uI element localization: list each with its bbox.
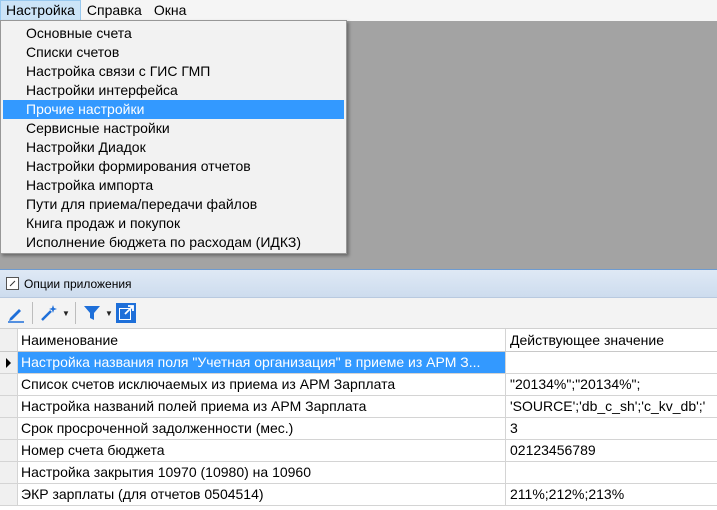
menu-item-import[interactable]: Настройка импорта — [3, 176, 344, 195]
cell-value[interactable]: "20134%";"20134%"; — [506, 374, 717, 395]
menu-item-budget-execution[interactable]: Исполнение бюджета по расходам (ИДКЗ) — [3, 233, 344, 252]
menu-item-diadoc[interactable]: Настройки Диадок — [3, 138, 344, 157]
cell-value[interactable]: 211%;212%;213% — [506, 484, 717, 505]
cell-name[interactable]: Настройка названия поля "Учетная организ… — [18, 352, 506, 373]
cell-name[interactable]: Настройка закрытия 10970 (10980) на 1096… — [18, 462, 506, 483]
column-header-name[interactable]: Наименование — [18, 329, 506, 351]
row-indicator — [0, 440, 18, 461]
filter-icon — [84, 306, 100, 320]
filter-button[interactable] — [80, 301, 104, 325]
menu-nastroyka[interactable]: Настройка — [0, 0, 81, 21]
cell-value[interactable] — [506, 462, 717, 483]
menu-item-account-lists[interactable]: Списки счетов — [3, 43, 344, 62]
menu-bar: Настройка Справка Окна — [0, 0, 717, 21]
options-window: Опции приложения ▼ ▼ Наименование Действ… — [0, 269, 717, 510]
table-row[interactable]: Настройка названий полей приема из АРМ З… — [0, 396, 717, 418]
menu-okna[interactable]: Окна — [148, 0, 193, 21]
cell-value[interactable]: 'SOURCE';'db_c_sh';'c_kv_db';' — [506, 396, 717, 417]
grid-header-row: Наименование Действующее значение — [0, 329, 717, 352]
edit-button[interactable] — [4, 301, 28, 325]
cell-value[interactable]: 3 — [506, 418, 717, 439]
expand-window-icon — [116, 303, 136, 323]
table-row[interactable]: Настройка названия поля "Учетная организ… — [0, 352, 717, 374]
magic-wand-dropdown-arrow[interactable]: ▼ — [61, 301, 71, 325]
table-row[interactable]: Список счетов исключаемых из приема из А… — [0, 374, 717, 396]
row-indicator — [0, 462, 18, 483]
cell-name[interactable]: Список счетов исключаемых из приема из А… — [18, 374, 506, 395]
row-indicator — [0, 484, 18, 505]
row-indicator — [0, 396, 18, 417]
magic-wand-icon — [41, 305, 57, 321]
magic-wand-button[interactable] — [37, 301, 61, 325]
menu-item-sales-book[interactable]: Книга продаж и покупок — [3, 214, 344, 233]
current-row-pointer-icon — [6, 358, 11, 368]
expand-button[interactable] — [114, 301, 138, 325]
row-indicator — [0, 374, 18, 395]
toolbar: ▼ ▼ — [0, 298, 717, 329]
window-icon — [6, 277, 19, 290]
filter-dropdown-arrow[interactable]: ▼ — [104, 301, 114, 325]
toolbar-separator — [75, 302, 76, 324]
cell-name[interactable]: Номер счета бюджета — [18, 440, 506, 461]
options-grid: Наименование Действующее значение Настро… — [0, 329, 717, 506]
pencil-icon — [8, 309, 24, 323]
options-window-titlebar: Опции приложения — [0, 270, 717, 298]
cell-name[interactable]: Настройка названий полей приема из АРМ З… — [18, 396, 506, 417]
toolbar-separator — [32, 302, 33, 324]
menu-spravka[interactable]: Справка — [81, 0, 148, 21]
row-indicator — [0, 352, 18, 373]
cell-name[interactable]: Срок просроченной задолженности (мес.) — [18, 418, 506, 439]
settings-dropdown-menu: Основные счета Списки счетов Настройка с… — [0, 20, 347, 254]
menu-item-interface[interactable]: Настройки интерфейса — [3, 81, 344, 100]
cell-value[interactable]: 02123456789 — [506, 440, 717, 461]
menu-item-other-settings[interactable]: Прочие настройки — [3, 100, 344, 119]
row-indicator-header — [0, 329, 18, 351]
column-header-value[interactable]: Действующее значение — [506, 329, 717, 351]
table-row[interactable]: Настройка закрытия 10970 (10980) на 1096… — [0, 462, 717, 484]
menu-item-file-paths[interactable]: Пути для приема/передачи файлов — [3, 195, 344, 214]
menu-item-gis-gmp[interactable]: Настройка связи с ГИС ГМП — [3, 62, 344, 81]
table-row[interactable]: ЭКР зарплаты (для отчетов 0504514) 211%;… — [0, 484, 717, 506]
cell-value[interactable] — [506, 352, 717, 373]
cell-name[interactable]: ЭКР зарплаты (для отчетов 0504514) — [18, 484, 506, 505]
table-row[interactable]: Срок просроченной задолженности (мес.) 3 — [0, 418, 717, 440]
window-title: Опции приложения — [24, 276, 132, 291]
table-row[interactable]: Номер счета бюджета 02123456789 — [0, 440, 717, 462]
menu-item-service-settings[interactable]: Сервисные настройки — [3, 119, 344, 138]
row-indicator — [0, 418, 18, 439]
menu-item-reports[interactable]: Настройки формирования отчетов — [3, 157, 344, 176]
menu-item-main-accounts[interactable]: Основные счета — [3, 24, 344, 43]
